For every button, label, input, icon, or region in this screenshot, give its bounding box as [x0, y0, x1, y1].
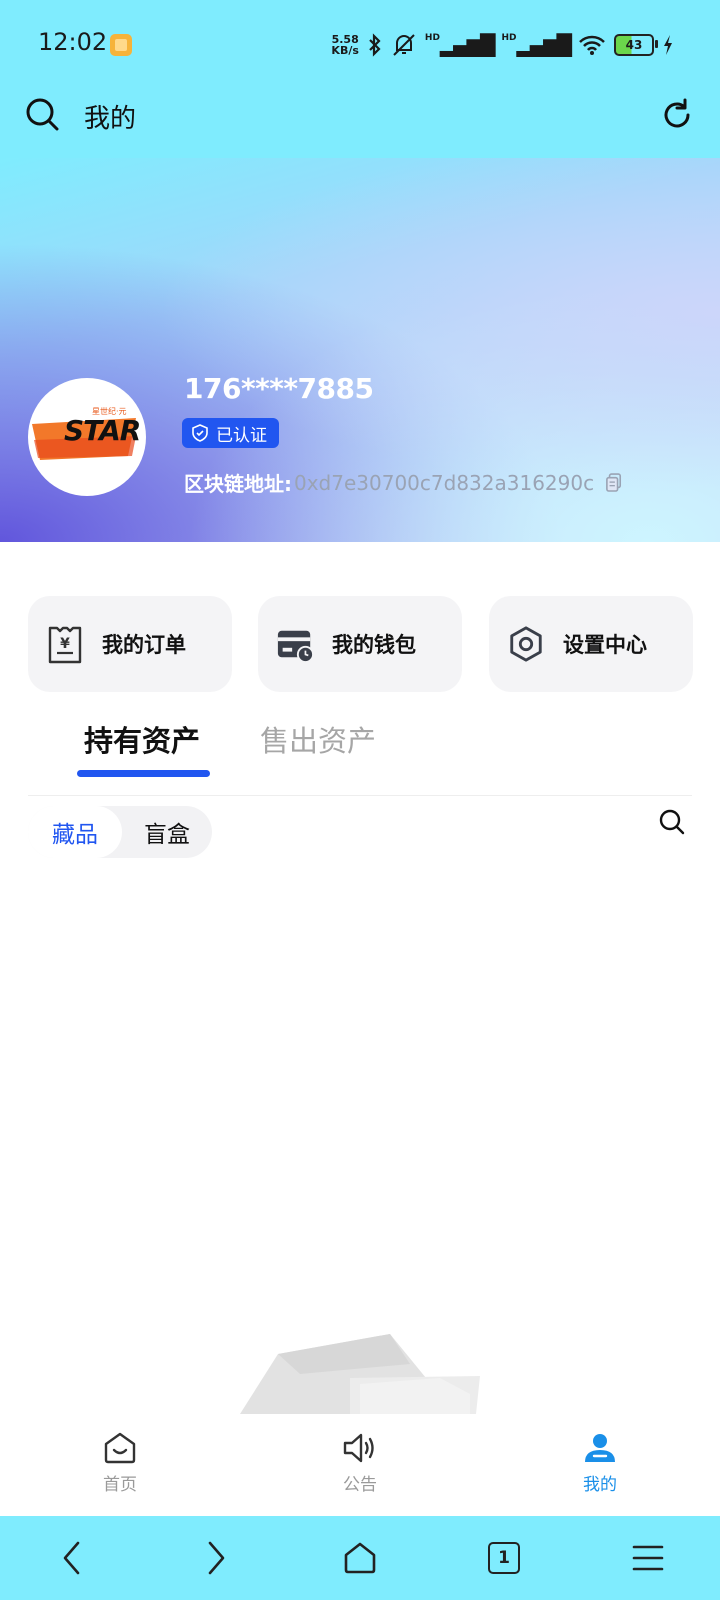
username: 176****7885: [184, 372, 374, 405]
chain-address-value: 0xd7e30700c7d832a316290c: [294, 470, 595, 495]
forward-icon[interactable]: [194, 1536, 238, 1580]
notification-app-icon: [110, 34, 132, 56]
copy-icon[interactable]: [606, 472, 622, 493]
signal-1-icon: HD▂▄▆█: [424, 33, 496, 57]
active-tab-indicator: [77, 770, 210, 777]
bottom-tab-mine[interactable]: 我的: [540, 1432, 660, 1495]
avatar-logo-text: STAR: [64, 414, 141, 447]
mute-bell-icon: [393, 34, 415, 56]
bottom-tab-announcements[interactable]: 公告: [300, 1432, 420, 1495]
back-icon[interactable]: [50, 1536, 94, 1580]
bluetooth-icon: [369, 33, 381, 57]
my-wallet-label: 我的钱包: [332, 633, 416, 657]
avatar[interactable]: 星世纪·元 STAR: [28, 378, 146, 496]
status-time: 12:02: [38, 28, 108, 56]
my-orders-card[interactable]: ¥ 我的订单: [28, 596, 232, 692]
wallet-icon: [276, 625, 314, 663]
sub-tab-collectibles[interactable]: 藏品: [28, 806, 122, 858]
tab-held-assets[interactable]: 持有资产: [84, 718, 200, 760]
blockchain-address-row: 区块链地址: 0xd7e30700c7d832a316290c: [184, 468, 622, 497]
speaker-icon: [343, 1433, 374, 1463]
search-icon[interactable]: [24, 96, 60, 132]
svg-text:¥: ¥: [60, 636, 70, 652]
my-orders-label: 我的订单: [102, 633, 186, 657]
tab-count: 1: [488, 1542, 520, 1574]
bottom-tab-home[interactable]: 首页: [60, 1432, 180, 1495]
sub-tab-blind-box[interactable]: 盲盒: [122, 806, 212, 858]
network-speed: 5.58 KB/s: [331, 33, 359, 57]
settings-center-card[interactable]: 设置中心: [489, 596, 693, 692]
battery-icon: 43: [614, 34, 658, 56]
wifi-icon: [579, 35, 605, 55]
refresh-icon[interactable]: [660, 98, 694, 132]
receipt-icon: ¥: [46, 625, 84, 664]
asset-search-icon[interactable]: [658, 808, 686, 836]
empty-box-illustration: [240, 1334, 480, 1414]
home-smile-icon: [104, 1432, 136, 1464]
menu-icon[interactable]: [626, 1536, 670, 1580]
tabs-divider: [28, 795, 692, 796]
my-wallet-card[interactable]: 我的钱包: [258, 596, 462, 692]
charging-icon: [664, 35, 672, 55]
home-icon[interactable]: [338, 1536, 382, 1580]
status-indicators: 5.58 KB/s HD▂▄▆█ HD▂▄▆█ 43: [331, 30, 674, 60]
chain-address-label: 区块链地址:: [184, 472, 292, 496]
tabs-button[interactable]: 1: [482, 1536, 526, 1580]
verified-badge: 已认证: [182, 418, 279, 448]
page-title: 我的: [84, 104, 137, 134]
tab-sold-assets[interactable]: 售出资产: [260, 718, 376, 760]
settings-hex-icon: [507, 625, 545, 663]
settings-center-label: 设置中心: [563, 633, 647, 657]
shield-check-icon: [192, 424, 208, 442]
person-icon: [585, 1434, 615, 1462]
signal-2-icon: HD▂▄▆█: [501, 33, 572, 57]
